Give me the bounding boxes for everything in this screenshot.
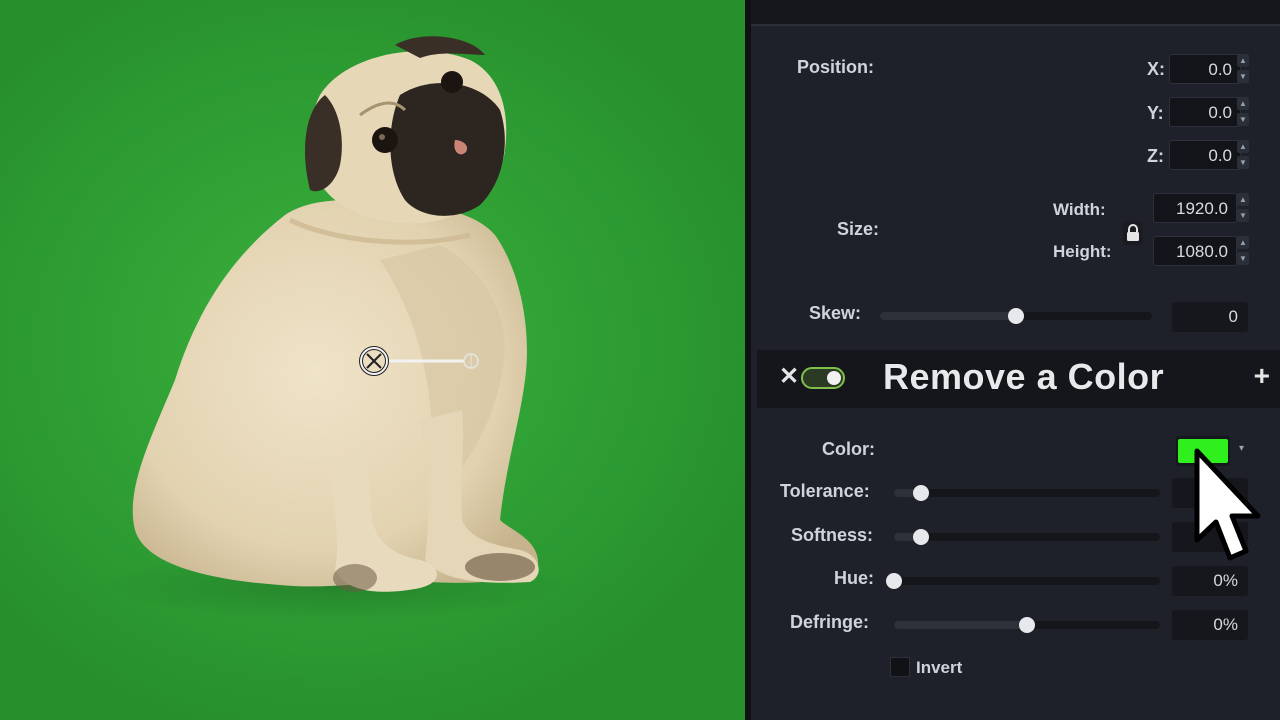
z-stepper[interactable]: ▲ ▼ xyxy=(1237,140,1249,170)
defringe-slider-knob[interactable] xyxy=(1019,617,1035,633)
defringe-label: Defringe: xyxy=(790,612,870,632)
tolerance-slider-knob[interactable] xyxy=(912,485,929,501)
height-label: Height: xyxy=(1053,242,1112,261)
height-input[interactable]: 1080.0 xyxy=(1153,236,1237,266)
effect-toggle[interactable] xyxy=(801,367,845,389)
softness-slider[interactable] xyxy=(894,529,1160,545)
defringe-value[interactable]: 0% xyxy=(1172,610,1248,640)
skew-slider-knob[interactable] xyxy=(1008,308,1024,324)
size-label: Size: xyxy=(837,219,880,239)
lock-icon[interactable] xyxy=(1123,221,1143,245)
x-label: X: xyxy=(1147,59,1165,79)
color-label: Color: xyxy=(822,439,875,459)
hue-slider[interactable] xyxy=(886,573,1160,589)
close-icon[interactable]: ✕ xyxy=(779,362,799,391)
skew-value[interactable]: 0 xyxy=(1172,302,1248,332)
effect-header: ✕ Remove a Color + xyxy=(757,350,1280,408)
plus-icon[interactable]: + xyxy=(1254,360,1270,392)
rotation-handle-end[interactable] xyxy=(462,352,480,370)
hue-slider-knob[interactable] xyxy=(886,573,902,589)
effect-title: Remove a Color xyxy=(883,356,1165,397)
properties-panel: Position: X: 0.0 ▲ ▼ Y: 0.0 ▲ ▼ Z: 0.0 ▲ ▼ … xyxy=(745,0,1280,720)
skew-label: Skew: xyxy=(809,303,862,323)
tolerance-label: Tolerance: xyxy=(780,481,870,501)
softness-label: Softness: xyxy=(791,525,874,545)
defringe-slider[interactable] xyxy=(894,617,1160,633)
skew-slider[interactable] xyxy=(880,308,1152,324)
position-label: Position: xyxy=(797,57,874,77)
height-stepper[interactable]: ▲ ▼ xyxy=(1237,236,1249,266)
z-input[interactable]: 0.0 xyxy=(1169,140,1241,170)
x-input[interactable]: 0.0 xyxy=(1169,54,1241,84)
width-input[interactable]: 1920.0 xyxy=(1153,193,1237,223)
z-label: Z: xyxy=(1147,146,1164,166)
hue-label: Hue: xyxy=(834,568,874,588)
invert-label: Invert xyxy=(916,658,963,677)
mouse-pointer-icon xyxy=(1192,448,1272,578)
y-label: Y: xyxy=(1147,103,1164,123)
y-input[interactable]: 0.0 xyxy=(1169,97,1241,127)
preview-canvas[interactable] xyxy=(0,0,745,720)
tolerance-slider[interactable] xyxy=(894,485,1160,501)
x-stepper[interactable]: ▲ ▼ xyxy=(1237,54,1249,84)
invert-checkbox[interactable] xyxy=(890,657,910,677)
y-stepper[interactable]: ▲ ▼ xyxy=(1237,97,1249,127)
rotation-handle-icon[interactable] xyxy=(359,346,389,376)
panel-top-bar xyxy=(751,0,1280,26)
width-label: Width: xyxy=(1053,200,1106,219)
width-stepper[interactable]: ▲ ▼ xyxy=(1237,193,1249,223)
softness-slider-knob[interactable] xyxy=(912,529,929,545)
